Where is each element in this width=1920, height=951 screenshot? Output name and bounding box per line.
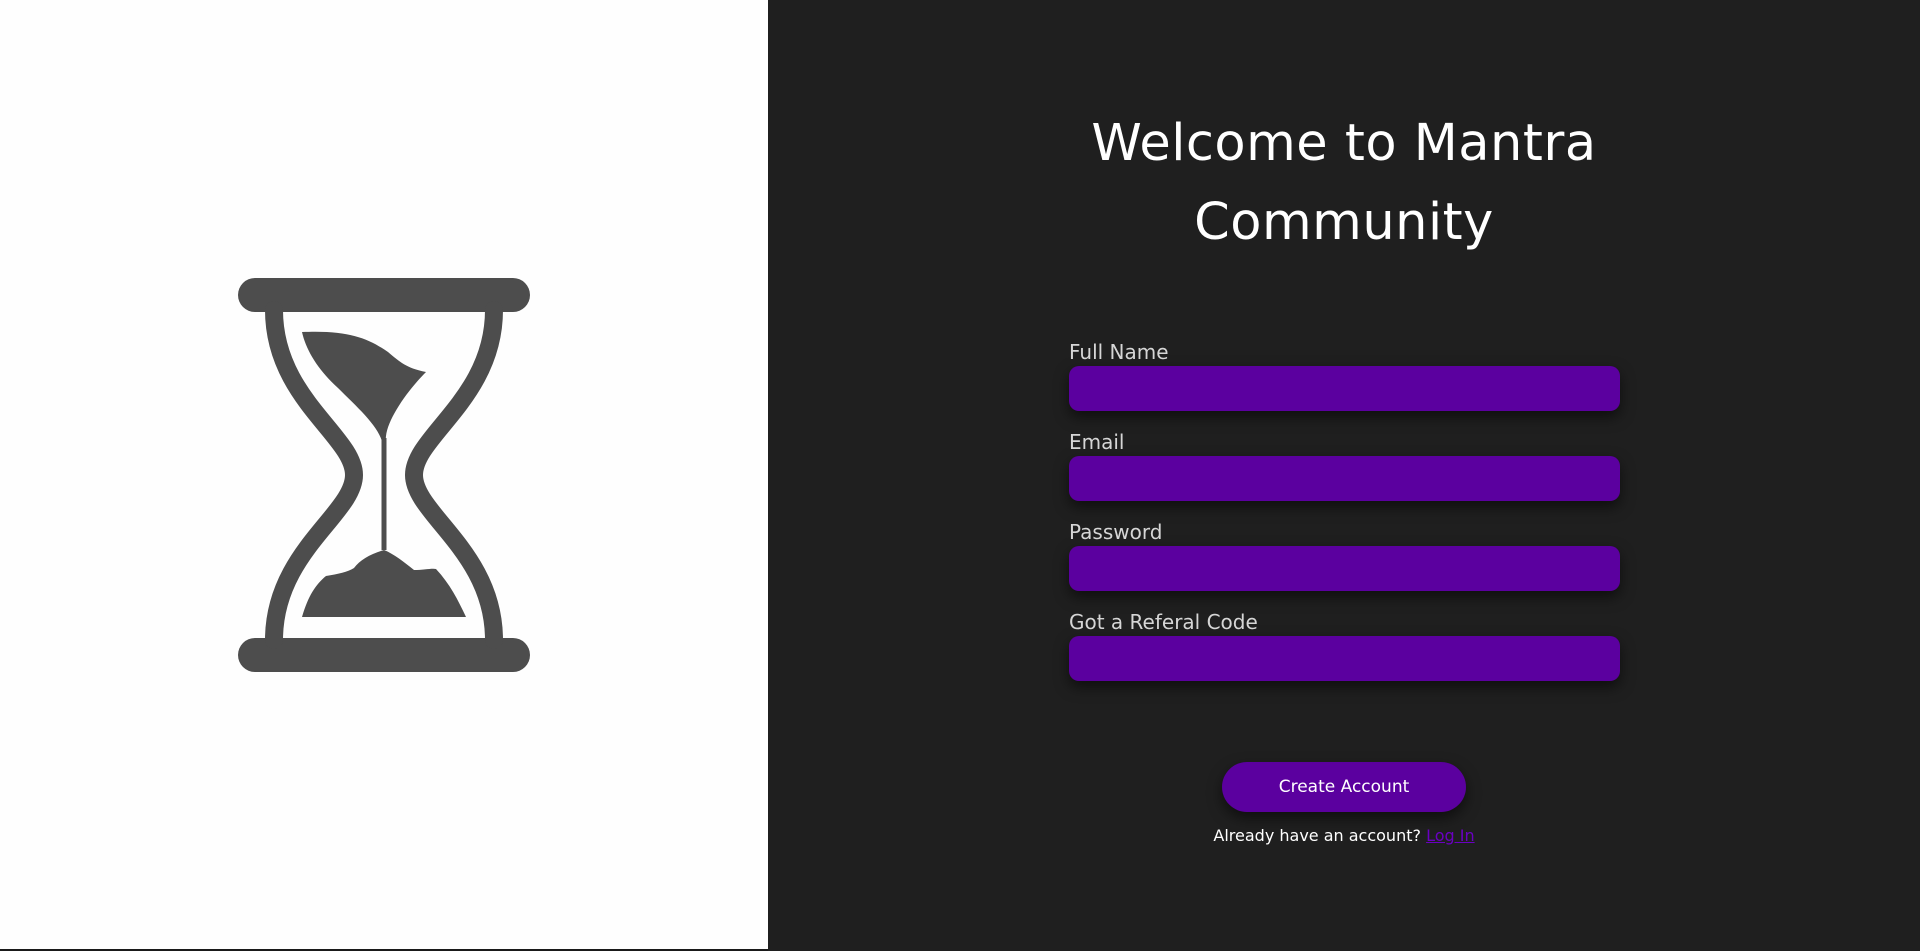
page-title: Welcome to Mantra Community [768,104,1920,262]
signup-panel: Welcome to Mantra Community Full Name Em… [768,0,1920,951]
title-line-2: Community [1194,193,1494,252]
password-field-group: Password [1069,518,1620,591]
referral-code-label: Got a Referal Code [1069,610,1258,634]
referral-code-input[interactable] [1069,636,1620,681]
signup-form: Full Name Email Password Got a Referal C… [1069,338,1620,698]
password-input[interactable] [1069,546,1620,591]
password-label: Password [1069,520,1163,544]
login-prompt-row: Already have an account? Log In [768,826,1920,846]
email-field-group: Email [1069,428,1620,501]
full-name-input[interactable] [1069,366,1620,411]
hourglass-icon [238,278,530,672]
submit-row: Create Account [768,762,1920,812]
email-label: Email [1069,430,1125,454]
full-name-label: Full Name [1069,340,1169,364]
login-prompt-text: Already have an account? [1213,826,1421,845]
signup-page: Welcome to Mantra Community Full Name Em… [0,0,1920,951]
referral-code-field-group: Got a Referal Code [1069,608,1620,681]
full-name-field-group: Full Name [1069,338,1620,411]
create-account-button[interactable]: Create Account [1222,762,1466,812]
login-link[interactable]: Log In [1426,826,1475,845]
brand-panel [0,0,768,951]
email-input[interactable] [1069,456,1620,501]
title-line-1: Welcome to Mantra [1091,114,1597,173]
